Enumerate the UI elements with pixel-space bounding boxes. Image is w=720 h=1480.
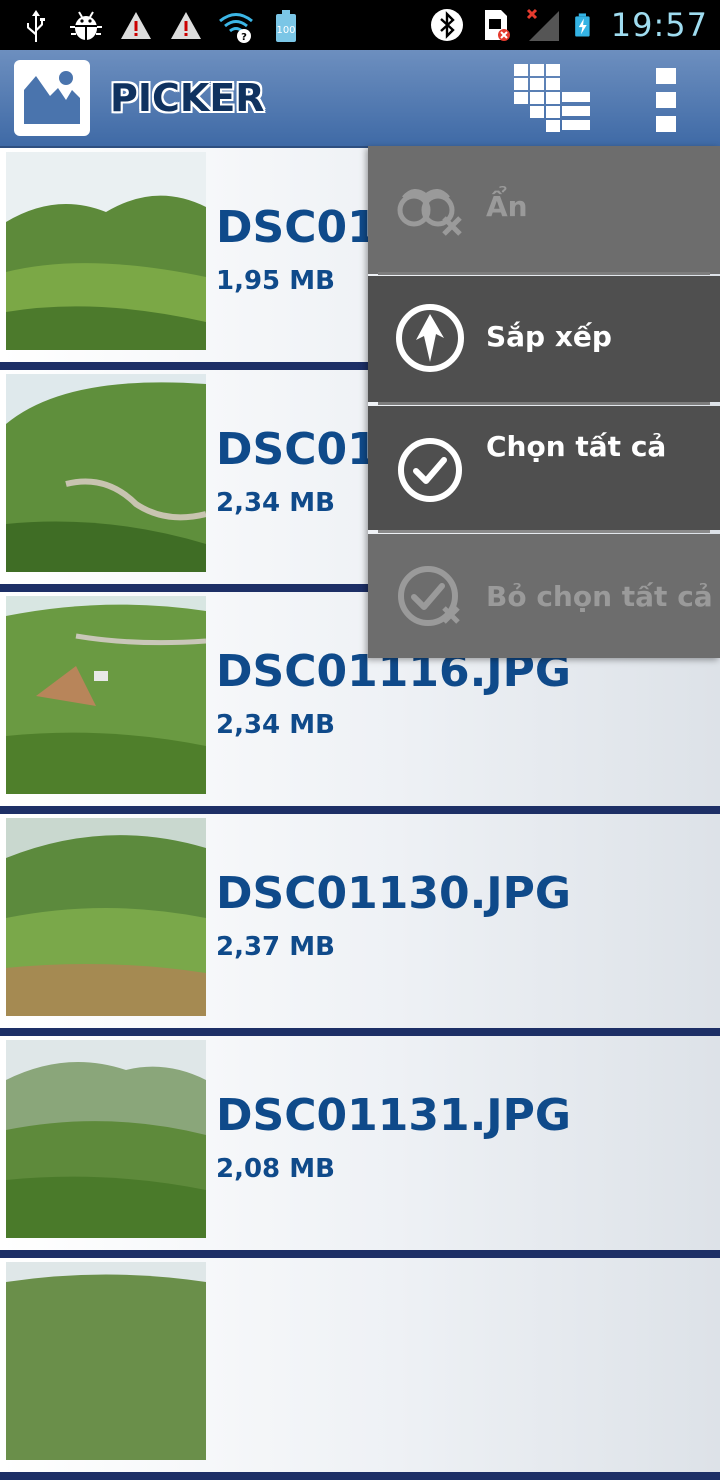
sort-icon bbox=[396, 304, 464, 372]
warning-icon bbox=[171, 12, 201, 39]
menu-item-label: Chọn tất cả bbox=[486, 430, 667, 463]
file-size: 2,08 MB bbox=[216, 1154, 335, 1184]
menu-divider bbox=[378, 530, 710, 533]
menu-divider bbox=[378, 272, 710, 275]
usb-icon bbox=[27, 10, 45, 42]
thumbnail bbox=[6, 1262, 206, 1460]
file-name: DSC01131.JPG bbox=[216, 1090, 572, 1141]
menu-item-label: Sắp xếp bbox=[486, 320, 612, 353]
file-size: 2,34 MB bbox=[216, 710, 335, 740]
battery-charging-icon bbox=[574, 13, 590, 37]
file-size: 2,37 MB bbox=[216, 932, 335, 962]
battery-level-text: 100 bbox=[276, 25, 295, 36]
file-name: DSC01130.JPG bbox=[216, 868, 572, 919]
clock: 19:57 bbox=[610, 6, 708, 44]
menu-item-sort[interactable]: Sắp xếp bbox=[368, 276, 720, 402]
status-bar: ? 100 19:57 bbox=[0, 0, 720, 50]
app-logo-icon[interactable] bbox=[14, 60, 90, 136]
android-debug-icon bbox=[70, 11, 102, 40]
menu-item-label: Ẩn bbox=[486, 190, 528, 223]
menu-item-hide[interactable]: Ẩn bbox=[368, 146, 720, 274]
warning-icon bbox=[121, 12, 151, 39]
bluetooth-icon bbox=[430, 9, 463, 41]
overflow-menu: Ẩn Sắp xếp Chọn tất cả Bỏ chọn tất cả bbox=[368, 146, 720, 658]
svg-text:?: ? bbox=[241, 32, 247, 43]
thumbnail bbox=[6, 374, 206, 572]
action-bar: PICKER bbox=[0, 50, 720, 148]
app-title: PICKER bbox=[110, 76, 265, 120]
sim-card-icon bbox=[484, 10, 510, 41]
select-all-icon bbox=[398, 438, 462, 502]
overflow-menu-icon[interactable] bbox=[644, 62, 688, 134]
thumbnail bbox=[6, 596, 206, 794]
list-item[interactable] bbox=[0, 1258, 720, 1480]
menu-item-label: Bỏ chọn tất cả bbox=[486, 580, 713, 613]
wifi-icon: ? bbox=[219, 13, 253, 43]
menu-divider bbox=[378, 402, 710, 405]
deselect-all-icon bbox=[398, 566, 460, 626]
list-item[interactable]: DSC01130.JPG 2,37 MB bbox=[0, 814, 720, 1036]
file-size: 1,95 MB bbox=[216, 266, 335, 296]
thumbnail bbox=[6, 1040, 206, 1238]
battery-100-icon: 100 bbox=[276, 10, 296, 42]
thumbnail bbox=[6, 818, 206, 1016]
file-name: DSC01 bbox=[216, 424, 378, 475]
grid-view-icon[interactable] bbox=[512, 62, 592, 134]
list-item[interactable]: DSC01131.JPG 2,08 MB bbox=[0, 1036, 720, 1258]
file-size: 2,34 MB bbox=[216, 488, 335, 518]
thumbnail bbox=[6, 152, 206, 350]
menu-item-select-all[interactable]: Chọn tất cả bbox=[368, 406, 720, 530]
no-signal-icon bbox=[526, 8, 559, 41]
file-name: DSC01 bbox=[216, 202, 378, 253]
hide-binoculars-icon bbox=[397, 189, 462, 236]
menu-item-deselect-all[interactable]: Bỏ chọn tất cả bbox=[368, 534, 720, 658]
